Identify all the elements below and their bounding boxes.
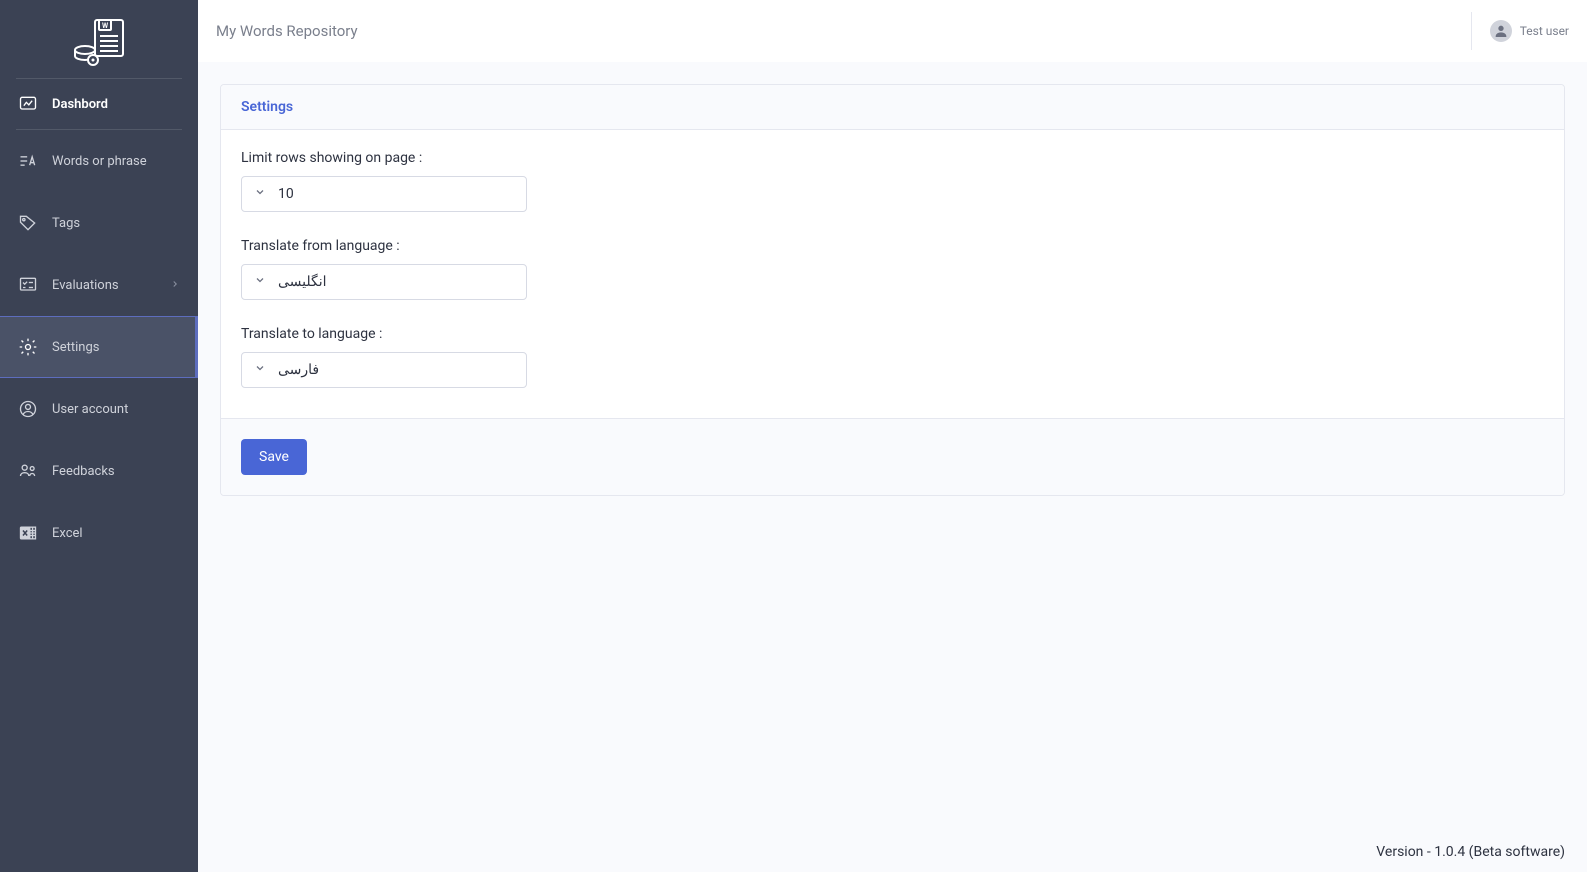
- sidebar-item-label: Tags: [52, 216, 80, 231]
- translate-to-label: Translate to language :: [241, 326, 1544, 342]
- chevron-down-icon: [254, 274, 266, 290]
- content-area: Settings Limit rows showing on page : 10…: [198, 62, 1587, 872]
- user-name: Test user: [1520, 24, 1569, 38]
- sidebar-item-label: Dashbord: [52, 97, 108, 112]
- user-icon: [18, 399, 38, 419]
- translate-from-select[interactable]: انگلیسی: [241, 264, 527, 300]
- sidebar-item-label: Feedbacks: [52, 464, 115, 479]
- sidebar-item-label: Words or phrase: [52, 154, 147, 169]
- sidebar-item-tags[interactable]: Tags: [0, 192, 198, 254]
- avatar: [1490, 20, 1512, 42]
- sidebar-item-words[interactable]: Words or phrase: [0, 130, 198, 192]
- evaluations-icon: [18, 275, 38, 295]
- page-title: My Words Repository: [216, 22, 358, 40]
- sidebar-item-feedbacks[interactable]: Feedbacks: [0, 440, 198, 502]
- sidebar-item-label: Excel: [52, 526, 83, 541]
- sidebar-item-settings[interactable]: Settings: [0, 316, 198, 378]
- sidebar-item-user-account[interactable]: User account: [0, 378, 198, 440]
- select-value: فارسی: [278, 362, 319, 378]
- limit-rows-select[interactable]: 10: [241, 176, 527, 212]
- translate-from-label: Translate from language :: [241, 238, 1544, 254]
- save-button[interactable]: Save: [241, 439, 307, 475]
- sidebar-item-dashboard[interactable]: Dashbord: [0, 79, 198, 129]
- user-menu[interactable]: Test user: [1471, 12, 1569, 50]
- app-logo: W: [0, 0, 198, 78]
- sidebar-item-label: Settings: [52, 340, 99, 355]
- sidebar-item-label: User account: [52, 402, 128, 417]
- gear-icon: [18, 337, 38, 357]
- translate-to-select[interactable]: فارسی: [241, 352, 527, 388]
- card-title: Settings: [221, 85, 1564, 130]
- excel-icon: [18, 523, 38, 543]
- sidebar-item-label: Evaluations: [52, 278, 119, 293]
- chevron-down-icon: [254, 186, 266, 202]
- svg-text:W: W: [102, 22, 109, 30]
- limit-rows-label: Limit rows showing on page :: [241, 150, 1544, 166]
- sidebar-item-evaluations[interactable]: Evaluations: [0, 254, 198, 316]
- sidebar: W Dashbord Words or phr: [0, 0, 198, 872]
- topbar: My Words Repository Test user: [198, 0, 1587, 62]
- sidebar-item-excel[interactable]: Excel: [0, 502, 198, 564]
- chevron-down-icon: [254, 362, 266, 378]
- version-text: Version - 1.0.4 (Beta software): [1376, 844, 1565, 860]
- dashboard-icon: [18, 94, 38, 114]
- select-value: انگلیسی: [278, 274, 327, 290]
- words-icon: [18, 151, 38, 171]
- chevron-right-icon: [170, 278, 180, 293]
- tag-icon: [18, 213, 38, 233]
- settings-card: Settings Limit rows showing on page : 10…: [220, 84, 1565, 496]
- feedback-icon: [18, 461, 38, 481]
- main-area: My Words Repository Test user Settings L…: [198, 0, 1587, 872]
- select-value: 10: [278, 186, 294, 202]
